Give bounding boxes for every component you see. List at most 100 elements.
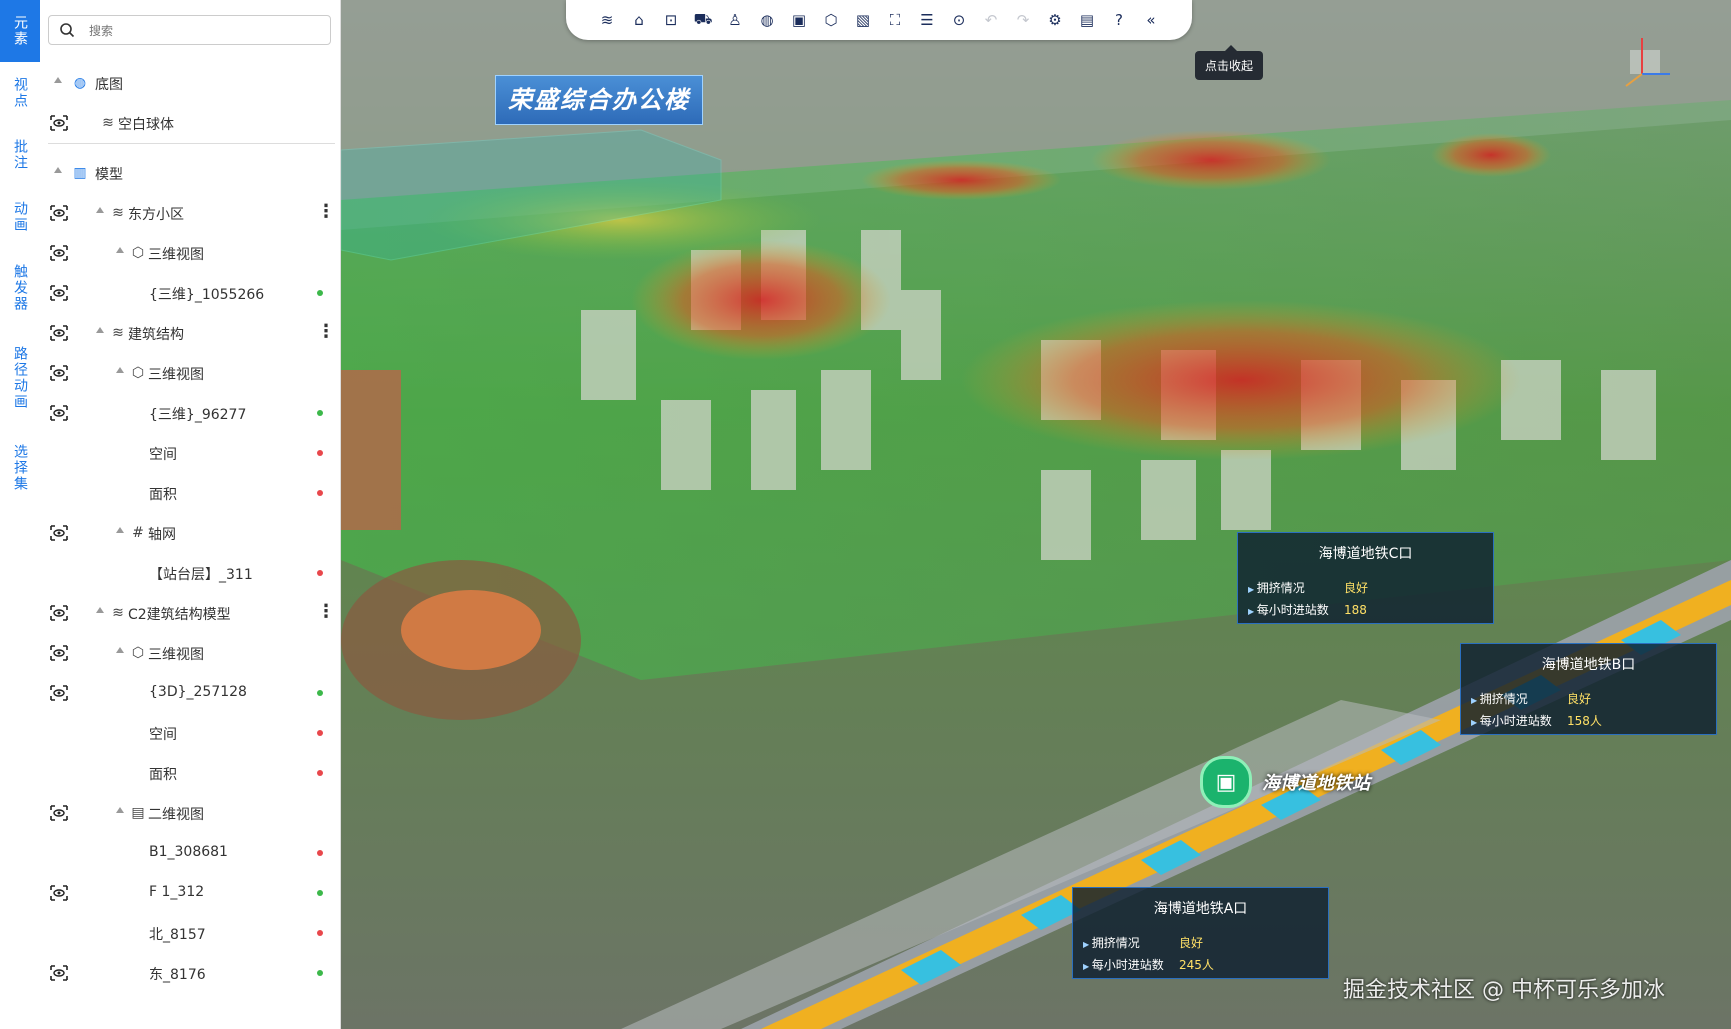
left-tab-rail: 元素 视点 批注 动画 触发器 路径动画 选择集 [0,0,41,1029]
expand-arrow-icon[interactable] [96,327,104,333]
tree-node[interactable]: ⬡ 三维视图 [40,233,340,273]
walk-icon[interactable]: ♙ [723,8,747,32]
visibility-icon[interactable] [50,685,68,701]
more-options-icon[interactable]: ⋮ [317,601,335,623]
tree-node[interactable]: 空间 [40,713,340,753]
card-title: 海博道地铁B口 [1541,657,1636,673]
screen-icon[interactable]: ▤ [1075,8,1099,32]
layers-icon: ≋ [112,205,124,221]
card-key: 每小时进站数 [1248,601,1344,618]
card-value: 158人 [1567,714,1602,728]
tree-node[interactable]: ≋ 东方小区 ⋮ [40,193,340,233]
tree-node[interactable]: 北_8157 [40,913,340,953]
tree-node[interactable]: {3D}_257128 [40,673,340,713]
visibility-icon[interactable] [50,115,68,131]
tab-viewpoints[interactable]: 视点 [0,62,40,124]
expand-arrow-icon[interactable] [116,647,124,653]
card-row: 拥挤情况良好 [1083,934,1203,951]
3d-view-icon: ⬡ [131,245,145,261]
settings-icon[interactable]: ⚙ [1043,8,1067,32]
car-icon[interactable]: ⛟ [691,8,715,32]
expand-arrow-icon[interactable] [96,207,104,213]
tree-node-label: 面积 [149,487,177,503]
tab-animation[interactable]: 动画 [0,186,40,248]
visibility-icon[interactable] [50,405,68,421]
tree-node[interactable]: 面积 [40,753,340,793]
globe-icon[interactable]: ◍ [755,8,779,32]
measure-icon[interactable]: ⊡ [659,8,683,32]
tree-node[interactable]: ≋ 建筑结构 ⋮ [40,313,340,353]
tree-node[interactable]: F 1_312 [40,873,340,913]
tree-node[interactable]: 【站台层】_311 [40,553,340,593]
tree-node-label: 面积 [149,767,177,783]
tab-triggers[interactable]: 触发器 [0,248,40,328]
expand-arrow-icon[interactable] [54,167,62,173]
station-exit-card-a[interactable]: 海博道地铁A口 拥挤情况良好 每小时进站数245人 [1072,887,1329,979]
visibility-icon[interactable] [50,525,68,541]
tree-node[interactable]: ≋ C2建筑结构模型 ⋮ [40,593,340,633]
building-label[interactable]: 荣盛综合办公楼 [495,75,703,125]
tree-node-basemap[interactable]: ◍ 底图 [40,63,340,103]
station-marker[interactable]: ▣ 海博道地铁站 [1200,756,1370,808]
undo-icon[interactable]: ↶ [979,8,1003,32]
tab-selection-sets[interactable]: 选择集 [0,428,40,508]
tree-node-label: 模型 [95,167,123,183]
visibility-icon[interactable] [50,325,68,341]
home-icon[interactable]: ⌂ [627,8,651,32]
visibility-icon[interactable] [50,285,68,301]
search-input[interactable] [87,20,321,42]
expand-arrow-icon[interactable] [96,607,104,613]
cube-icon[interactable]: ⬡ [819,8,843,32]
tab-path-animation[interactable]: 路径动画 [0,328,40,428]
tree-node[interactable]: ⬡ 三维视图 [40,633,340,673]
tree-node[interactable]: # 轴网 [40,513,340,553]
more-options-icon[interactable]: ⋮ [317,201,335,223]
3d-scene-viewport[interactable]: 荣盛综合办公楼 海博道地铁C口 拥挤情况良好 每小时进站数188 海博道地铁B口… [341,0,1731,1029]
layers-icon[interactable]: ≋ [595,8,619,32]
building-icon: ▥ [73,165,87,181]
visibility-icon[interactable] [50,365,68,381]
collapse-icon[interactable]: « [1139,8,1163,32]
tab-elements[interactable]: 元素 [0,0,40,62]
tree-node-blank-globe[interactable]: ≋ 空白球体 [40,103,340,143]
map-icon[interactable]: ▧ [851,8,875,32]
station-exit-card-c[interactable]: 海博道地铁C口 拥挤情况良好 每小时进站数188 [1237,532,1494,624]
frame-icon[interactable]: ▣ [787,8,811,32]
help-icon[interactable]: ? [1107,8,1131,32]
visibility-icon[interactable] [50,965,68,981]
tree-node[interactable]: B1_308681 [40,833,340,873]
card-row: 每小时进站数245人 [1083,956,1214,973]
station-exit-card-b[interactable]: 海博道地铁B口 拥挤情况良好 每小时进站数158人 [1460,643,1717,735]
visibility-icon[interactable] [50,805,68,821]
visibility-icon[interactable] [50,205,68,221]
tree-node[interactable]: 面积 [40,473,340,513]
filter-icon[interactable]: ☰ [915,8,939,32]
tree-node-model[interactable]: ▥ 模型 [40,153,340,193]
expand-arrow-icon[interactable] [116,367,124,373]
visibility-icon[interactable] [50,645,68,661]
tree-node-label: 【站台层】_311 [149,567,253,583]
expand-arrow-icon[interactable] [116,247,124,253]
tree-node[interactable]: ⬡ 三维视图 [40,353,340,393]
tree-node[interactable]: {三维}_1055266 [40,273,340,313]
expand-arrow-icon[interactable] [54,77,62,83]
card-value: 良好 [1179,936,1204,950]
tree-node[interactable]: 空间 [40,433,340,473]
expand-arrow-icon[interactable] [116,807,124,813]
redo-icon[interactable]: ↷ [1011,8,1035,32]
fullscreen-icon[interactable]: ⛶ [883,8,907,32]
visibility-icon[interactable] [50,245,68,261]
visibility-icon[interactable] [50,605,68,621]
tab-annotations[interactable]: 批注 [0,124,40,186]
collapse-tooltip: 点击收起 [1195,45,1264,80]
expand-arrow-icon[interactable] [116,527,124,533]
axis-gizmo-icon[interactable] [1612,30,1672,90]
tree-node[interactable]: {三维}_96277 [40,393,340,433]
tree-node[interactable]: 东_8176 [40,953,340,993]
search-icon[interactable]: ⊙ [947,8,971,32]
search-box[interactable] [48,15,331,45]
tree-node-label: 三维视图 [148,647,204,663]
visibility-icon[interactable] [50,885,68,901]
tree-node[interactable]: ▤ 二维视图 [40,793,340,833]
more-options-icon[interactable]: ⋮ [317,321,335,343]
